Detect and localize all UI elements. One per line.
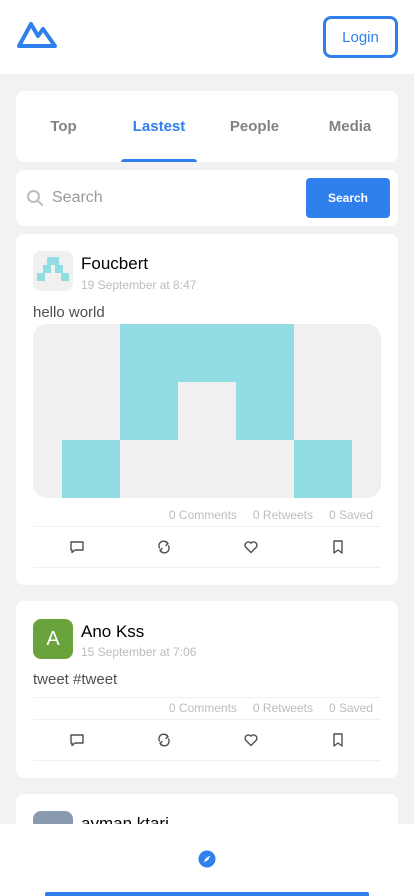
- search-input[interactable]: [52, 184, 302, 212]
- tab-label: Media: [328, 118, 372, 135]
- divider: [33, 567, 381, 568]
- identicon-block: [236, 382, 294, 440]
- comment-icon: [69, 734, 84, 747]
- login-button[interactable]: Login: [323, 16, 398, 58]
- post-date: 19 September at 8:47: [81, 278, 197, 292]
- post-actions: [33, 720, 381, 760]
- retweet-icon: [157, 540, 170, 554]
- retweet-button[interactable]: [120, 527, 207, 567]
- post-author[interactable]: Ano Kss: [81, 622, 144, 642]
- post-text: hello world: [33, 304, 105, 321]
- post-card: A Ano Kss 15 September at 7:06 tweet #tw…: [16, 601, 398, 778]
- bookmark-icon: [332, 733, 343, 747]
- retweets-count: 0 Retweets: [252, 701, 313, 715]
- post-date: 15 September at 7:06: [81, 645, 197, 659]
- tab-top[interactable]: Top: [16, 91, 111, 162]
- comment-icon: [69, 541, 84, 554]
- app-header: Login: [0, 0, 414, 74]
- divider: [33, 697, 381, 698]
- retweet-button[interactable]: [120, 720, 207, 760]
- tab-label: Top: [50, 118, 77, 135]
- identicon-block: [62, 440, 120, 498]
- tab-label: Lastest: [132, 118, 186, 135]
- tab-label: People: [229, 118, 280, 135]
- mountain-logo-icon[interactable]: [15, 18, 59, 50]
- feed-tabs: Top Lastest People Media: [16, 91, 398, 162]
- like-button[interactable]: [207, 527, 294, 567]
- heart-icon: [243, 734, 258, 747]
- post-card: Foucbert 19 September at 8:47 hello worl…: [16, 234, 398, 585]
- save-button[interactable]: [294, 527, 381, 567]
- divider: [33, 760, 381, 761]
- post-stats: 0 Comments 0 Retweets 0 Saved: [33, 701, 373, 715]
- tab-people[interactable]: People: [207, 91, 302, 162]
- post-text: tweet #tweet: [33, 671, 118, 688]
- tab-latest[interactable]: Lastest: [111, 91, 207, 162]
- retweet-icon: [157, 733, 170, 747]
- tab-media[interactable]: Media: [302, 91, 398, 162]
- post-author[interactable]: Foucbert: [81, 254, 148, 274]
- saved-count: 0 Saved: [328, 701, 373, 715]
- post-image[interactable]: [33, 324, 381, 498]
- save-button[interactable]: [294, 720, 381, 760]
- identicon-avatar-icon: [37, 257, 69, 281]
- search-bar: Search: [16, 170, 398, 226]
- search-button[interactable]: Search: [306, 178, 390, 218]
- bookmark-icon: [332, 540, 343, 554]
- bottom-nav: [0, 824, 414, 896]
- avatar[interactable]: [33, 251, 73, 291]
- compass-icon[interactable]: [198, 850, 216, 868]
- heart-icon: [243, 541, 258, 554]
- saved-count: 0 Saved: [328, 508, 373, 522]
- like-button[interactable]: [207, 720, 294, 760]
- active-nav-indicator: [45, 892, 369, 896]
- comments-count: 0 Comments: [168, 508, 237, 522]
- identicon-block: [120, 324, 294, 382]
- post-stats: 0 Comments 0 Retweets 0 Saved: [33, 508, 373, 522]
- identicon-block: [120, 382, 178, 440]
- search-icon: [27, 190, 43, 206]
- retweets-count: 0 Retweets: [252, 508, 313, 522]
- post-actions: [33, 527, 381, 567]
- comments-count: 0 Comments: [168, 701, 237, 715]
- comment-button[interactable]: [33, 527, 120, 567]
- comment-button[interactable]: [33, 720, 120, 760]
- identicon-block: [294, 440, 352, 498]
- avatar[interactable]: A: [33, 619, 73, 659]
- active-tab-indicator: [121, 159, 197, 162]
